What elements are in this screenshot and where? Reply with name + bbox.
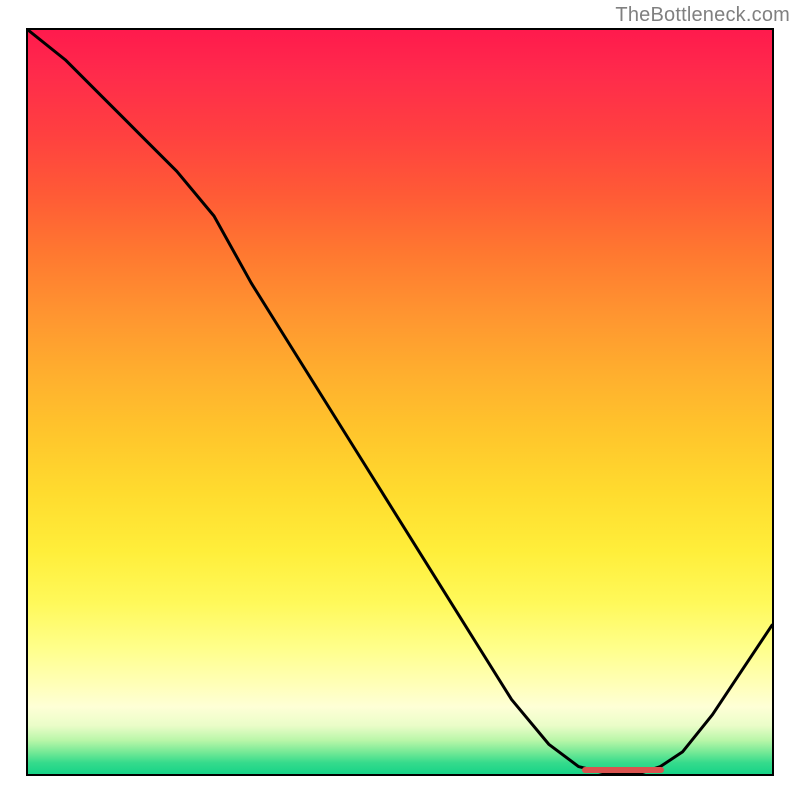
optimal-zone-marker [582,767,664,773]
bottleneck-curve [28,30,772,774]
chart-canvas: TheBottleneck.com [0,0,800,800]
plot-area [26,28,774,776]
watermark-text: TheBottleneck.com [615,4,790,27]
